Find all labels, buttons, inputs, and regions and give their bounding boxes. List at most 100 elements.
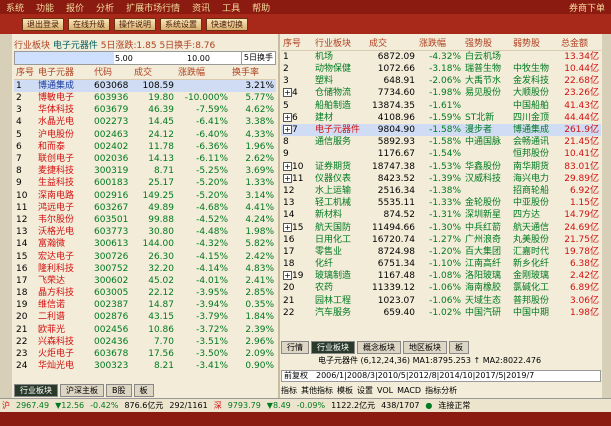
indicator-button[interactable]: VOL [377, 386, 393, 395]
tab-0[interactable]: 行情 [281, 341, 309, 354]
range-tag[interactable]: 5日换手 [240, 52, 275, 64]
menu-item[interactable]: 报价 [60, 1, 90, 14]
tab-3[interactable]: 地区板块 [403, 341, 447, 354]
table-row[interactable]: 12 韦尔股份 603501 99.88 -4.52% 4.24% [14, 214, 276, 226]
broker-order-link[interactable]: 券商下单 [563, 1, 611, 14]
tab-3[interactable]: 板 [133, 383, 154, 397]
table-row[interactable]: 1 机场 6872.09 -4.32% 白云机场 13.34亿 [281, 51, 601, 64]
turnover-range-bar[interactable]: 5.00 10.00 5日换手 [14, 51, 276, 65]
indicator-button[interactable]: 其他指标 [301, 385, 333, 396]
expand-icon[interactable]: + [283, 161, 292, 171]
table-row[interactable]: 20 二利谱 002876 43.15 -3.79% 1.84% [14, 311, 276, 323]
table-row[interactable]: 7 联创电子 002036 14.13 -6.11% 2.62% [14, 153, 276, 165]
menu-item[interactable]: 资讯 [186, 1, 216, 14]
table-row[interactable]: 1 博通集成 603068 108.59 3.21% [14, 79, 276, 92]
expand-icon[interactable]: + [283, 222, 292, 232]
table-row[interactable]: 19 维信诺 002387 14.87 -3.94% 0.35% [14, 299, 276, 311]
tab-2[interactable]: B股 [106, 383, 132, 397]
table-row[interactable]: 11 鸿远电子 603267 49.89 -4.68% 4.41% [14, 202, 276, 214]
toolbar-button[interactable]: 退出登录 [22, 17, 64, 31]
tab-4[interactable]: 板 [449, 341, 469, 354]
table-row[interactable]: +7 电子元器件 9804.90 -1.58% 漫步者 博通集成 261.9亿 [281, 123, 601, 137]
expand-icon[interactable]: + [283, 125, 292, 135]
indicator-button[interactable]: 模板 [337, 385, 353, 396]
table-row[interactable]: 5 沪电股份 002463 24.12 -6.40% 4.33% [14, 129, 276, 141]
table-row[interactable]: 18 化纤 6751.34 -1.10% 江南高纤 新乡化纤 6.38亿 [281, 258, 601, 270]
table-row[interactable]: 9 生益科技 600183 25.17 -5.20% 1.33% [14, 177, 276, 189]
table-row[interactable]: 10 深南电路 002916 149.25 -5.20% 3.14% [14, 190, 276, 202]
column-header[interactable]: 序号 [281, 38, 313, 51]
menu-item[interactable]: 工具 [216, 1, 246, 14]
table-row[interactable]: 4 水晶光电 002273 14.45 -6.41% 3.38% [14, 116, 276, 128]
indicator-button[interactable]: 指标 [281, 385, 297, 396]
expand-icon[interactable]: + [283, 112, 292, 122]
tab-0[interactable]: 行业板块 [14, 383, 58, 397]
indicator-button[interactable]: MACD [397, 386, 421, 395]
table-row[interactable]: 12 水上运输 2516.34 -1.38% 招商轮船 6.92亿 [281, 185, 601, 197]
toolbar-button[interactable]: 系统设置 [160, 17, 202, 31]
table-row[interactable]: 14 富瀚微 300613 144.00 -4.32% 5.82% [14, 238, 276, 250]
table-row[interactable]: 24 华灿光电 300323 8.21 -3.41% 0.90% [14, 360, 276, 372]
table-row[interactable]: 9 1176.67 -1.54% 恒邦股份 10.41亿 [281, 148, 601, 160]
table-row[interactable]: 6 和而泰 002402 11.78 -6.36% 1.96% [14, 141, 276, 153]
table-row[interactable]: 18 晶方科技 603005 22.12 -3.95% 2.85% [14, 287, 276, 299]
column-header[interactable]: 序号 [14, 67, 36, 80]
tab-1[interactable]: 沪深主板 [60, 383, 104, 397]
table-row[interactable]: 22 汽车服务 659.40 -1.02% 中国汽研 中国中期 1.98亿 [281, 307, 601, 319]
expand-icon[interactable]: + [283, 173, 292, 183]
menu-item[interactable]: 帮助 [246, 1, 276, 14]
table-row[interactable]: 2 动物保健 1072.66 -3.18% 瑞普生物 中牧生物 10.44亿 [281, 63, 601, 75]
menu-item[interactable]: 功能 [30, 1, 60, 14]
table-row[interactable]: 8 麦捷科技 300319 8.71 -5.25% 3.69% [14, 165, 276, 177]
table-row[interactable]: 17 飞荣达 300602 45.02 -4.01% 2.41% [14, 275, 276, 287]
table-row[interactable]: 21 园林工程 1023.07 -1.06% 天域生态 普邦股份 3.06亿 [281, 295, 601, 307]
column-header[interactable]: 涨跌幅 [176, 67, 230, 80]
table-row[interactable]: 16 日用化工 16720.74 -1.27% 广州浪奇 丸美股份 21.75亿 [281, 234, 601, 246]
menu-item[interactable]: 扩展市场行情 [120, 1, 186, 14]
column-header[interactable]: 强势股 [463, 38, 511, 51]
table-row[interactable]: 5 船舶制造 13874.35 -1.61% 中国船舶 41.43亿 [281, 100, 601, 112]
table-row[interactable]: 16 隆利科技 300752 32.20 -4.14% 4.83% [14, 263, 276, 275]
column-header[interactable]: 换手率 [230, 67, 276, 80]
expand-icon[interactable]: + [283, 271, 292, 281]
menu-item[interactable]: 系统 [0, 1, 30, 14]
indicator-button[interactable]: 设置 [357, 385, 373, 396]
table-row[interactable]: 2 博敏电子 603936 19.80 -10.000% 5.77% [14, 92, 276, 104]
expand-icon[interactable]: + [283, 88, 292, 98]
table-row[interactable]: 15 宏达电子 300726 26.30 -4.15% 2.42% [14, 250, 276, 262]
column-header[interactable]: 弱势股 [511, 38, 559, 51]
table-row[interactable]: 23 火炬电子 603678 17.56 -3.50% 2.09% [14, 348, 276, 360]
column-header[interactable]: 总金额 [559, 38, 601, 51]
tab-1[interactable]: 行业板块 [311, 341, 355, 354]
table-row[interactable]: +11 仪器仪表 8423.52 -1.39% 汉威科技 海兴电力 29.89亿 [281, 173, 601, 185]
table-row[interactable]: +4 仓储物流 7734.60 -1.98% 易见股份 大顺股份 23.26亿 [281, 87, 601, 99]
indicator-button[interactable]: 指标分析 [425, 385, 457, 396]
table-row[interactable]: +10 证券期货 18747.38 -1.53% 华鑫股份 南华期货 83.01亿 [281, 161, 601, 173]
column-header[interactable]: 成交 [367, 38, 417, 51]
toolbar-button[interactable]: 在线升级 [68, 17, 110, 31]
table-row[interactable]: 8 通信服务 5892.93 -1.58% 中通国脉 会畅通讯 21.45亿 [281, 136, 601, 148]
table-row[interactable]: 13 沃格光电 603773 30.80 -4.48% 1.98% [14, 226, 276, 238]
toolbar-button[interactable]: 操作说明 [114, 17, 156, 31]
table-row[interactable]: +15 航天国防 11494.66 -1.30% 中兵红箭 航天通信 24.69亿 [281, 221, 601, 233]
table-row[interactable]: 3 华体科技 603679 46.39 -7.59% 4.62% [14, 104, 276, 116]
column-header[interactable]: 涨跌幅 [417, 38, 463, 51]
column-header[interactable]: 电子元器 [36, 67, 92, 80]
table-row[interactable]: 17 零售业 8724.98 -1.20% 百大集团 汇嘉时代 19.78亿 [281, 246, 601, 258]
column-header[interactable]: 行业板块 [313, 38, 367, 51]
table-row[interactable]: 22 兴森科技 002436 7.70 -3.51% 2.96% [14, 336, 276, 348]
column-header[interactable]: 代码 [92, 67, 132, 80]
toolbar-button[interactable]: 快速切换 [206, 17, 248, 31]
tab-2[interactable]: 概念板块 [357, 341, 401, 354]
table-row[interactable]: 13 轻工机械 5535.11 -1.33% 金轮股份 中亚股份 1.15亿 [281, 197, 601, 209]
table-row[interactable]: +19 玻璃制造 1167.48 -1.08% 洛阳玻璃 金刚玻璃 2.42亿 [281, 270, 601, 282]
table-row[interactable]: 20 农药 11339.12 -1.06% 海南橡胶 氯碱化工 6.89亿 [281, 282, 601, 294]
panel-splitter[interactable] [278, 34, 280, 398]
column-header[interactable]: 成交 [132, 67, 176, 80]
menu-item[interactable]: 分析 [90, 1, 120, 14]
table-row[interactable]: 14 新材料 874.52 -1.31% 深圳新星 四方达 14.79亿 [281, 209, 601, 221]
timeline-bar[interactable]: 前复权 2006/1|2008/3|2010/5|2012/8|2014/10|… [281, 370, 601, 382]
table-row[interactable]: 21 欧菲光 002456 10.86 -3.72% 2.39% [14, 324, 276, 336]
table-row[interactable]: +6 建材 4108.96 -1.59% ST北新 四川金顶 44.44亿 [281, 112, 601, 124]
table-row[interactable]: 3 塑料 648.91 -2.06% 大禹节水 金发科技 22.68亿 [281, 75, 601, 87]
